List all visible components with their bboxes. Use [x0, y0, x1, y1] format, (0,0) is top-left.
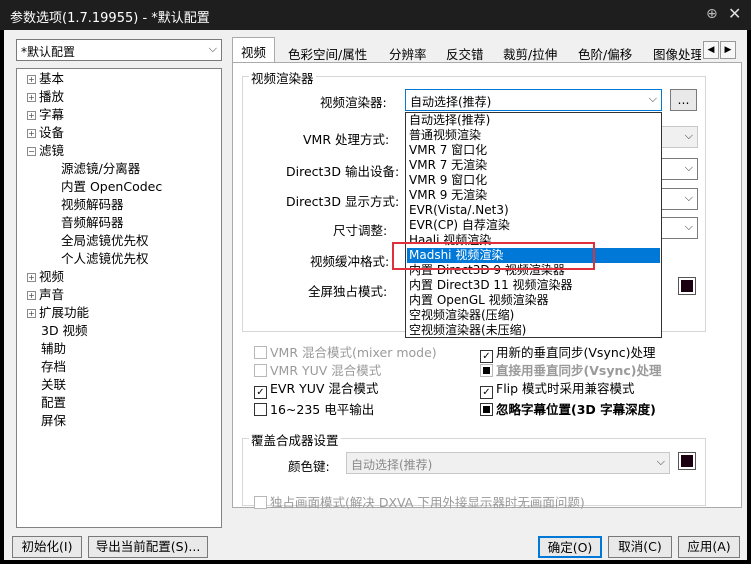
- color-key-label: 颜色键:: [288, 459, 330, 474]
- tree-item[interactable]: 内置 OpenCodec: [61, 178, 162, 196]
- highlight-annotation: [392, 242, 595, 270]
- tree-item[interactable]: + 基本: [27, 70, 64, 88]
- tree-item[interactable]: 视频解码器: [61, 196, 124, 214]
- tree-item[interactable]: + 字幕: [27, 106, 64, 124]
- tree-item[interactable]: + 播放: [27, 88, 64, 106]
- exclusive-color-swatch[interactable]: [678, 277, 696, 295]
- tab-levels[interactable]: 色阶/偏移: [578, 41, 632, 63]
- tab-crop[interactable]: 裁剪/拉伸: [503, 41, 557, 63]
- tree-item[interactable]: + 声音: [27, 286, 64, 304]
- ok-button[interactable]: 确定(O): [538, 536, 602, 558]
- dropdown-option[interactable]: VMR 9 无渲染: [407, 188, 660, 203]
- apply-button[interactable]: 应用(A): [678, 536, 740, 558]
- tab-deinterlace[interactable]: 反交错: [446, 41, 484, 63]
- vmr-mode-label: VMR 处理方式:: [303, 132, 390, 147]
- dropdown-option[interactable]: VMR 7 无渲染: [407, 158, 660, 173]
- dropdown-option[interactable]: 内置 OpenGL 视频渲染器: [407, 293, 660, 308]
- chevron-down-icon: ⌵: [684, 129, 693, 142]
- dropdown-option[interactable]: 内置 Direct3D 11 视频渲染器: [407, 278, 660, 293]
- d3d-device-select[interactable]: ⌵: [660, 158, 698, 180]
- color-key-swatch[interactable]: [678, 452, 696, 470]
- ignore-subtitle-checkbox[interactable]: 忽略字幕位置(3D 字幕深度): [480, 399, 656, 418]
- dropdown-option[interactable]: VMR 7 窗口化: [407, 143, 660, 158]
- renderer-dropdown-list[interactable]: 自动选择(推荐) 普通视频渲染 VMR 7 窗口化 VMR 7 无渲染 VMR …: [405, 112, 662, 338]
- tree-item[interactable]: 全局滤镜优先权: [61, 232, 149, 250]
- color-key-value: 自动选择(推荐): [351, 458, 433, 472]
- title-bar: 参数选项(1.7.19955) - *默认配置 ⊕ ✕: [0, 0, 751, 30]
- window-title: 参数选项(1.7.19955) - *默认配置: [10, 11, 210, 26]
- vmr-mixer-checkbox[interactable]: VMR 混合模式(mixer mode): [254, 342, 437, 361]
- chevron-down-icon: ⌵: [208, 42, 217, 55]
- vmr-yuv-checkbox[interactable]: VMR YUV 混合模式: [254, 360, 381, 379]
- chevron-down-icon: ⌵: [684, 220, 693, 233]
- tree-item[interactable]: 音频解码器: [61, 214, 124, 232]
- expand-icon[interactable]: +: [27, 273, 36, 282]
- exclusive-display-checkbox[interactable]: 独占画面模式(解决 DXVA 下用外接显示器时无画面问题): [254, 492, 585, 511]
- expand-icon[interactable]: +: [27, 111, 36, 120]
- tree-item[interactable]: 个人滤镜优先权: [61, 250, 149, 268]
- renderer-value: 自动选择(推荐): [410, 95, 492, 109]
- exclusive-mode-label: 全屏独占模式:: [308, 284, 388, 299]
- color-key-select[interactable]: 自动选择(推荐) ⌵: [346, 452, 670, 474]
- vmr-mode-select[interactable]: ⌵: [660, 126, 698, 148]
- tree-item[interactable]: 配置: [41, 394, 66, 412]
- expand-icon[interactable]: +: [27, 309, 36, 318]
- tab-resolution[interactable]: 分辨率: [389, 41, 427, 63]
- chevron-down-icon: ⌵: [684, 191, 693, 204]
- tree-item[interactable]: + 扩展功能: [27, 304, 89, 322]
- renderer-settings-button[interactable]: ...: [670, 89, 697, 111]
- tree-item[interactable]: 源滤镜/分离器: [61, 160, 140, 178]
- expand-icon[interactable]: +: [27, 93, 36, 102]
- overlay-group-title: 覆盖合成器设置: [249, 430, 341, 449]
- expand-icon[interactable]: +: [27, 129, 36, 138]
- dropdown-option[interactable]: EVR(Vista/.Net3): [407, 203, 660, 218]
- tree-item[interactable]: 辅助: [41, 340, 66, 358]
- init-button[interactable]: 初始化(I): [12, 536, 82, 558]
- tab-scroll-left-icon[interactable]: ◀: [703, 41, 719, 59]
- renderer-select[interactable]: 自动选择(推荐) ⌵: [405, 89, 662, 111]
- expand-icon[interactable]: +: [27, 75, 36, 84]
- tab-scroll-right-icon[interactable]: ▶: [720, 41, 736, 59]
- dropdown-option[interactable]: 空视频渲染器(未压缩): [407, 323, 660, 338]
- d3d-device-label: Direct3D 输出设备:: [286, 164, 400, 179]
- size-select[interactable]: ⌵: [660, 217, 698, 239]
- size-label: 尺寸调整:: [333, 223, 388, 238]
- chevron-down-icon: ⌵: [648, 92, 657, 105]
- close-icon[interactable]: ✕: [728, 4, 741, 23]
- tree-item[interactable]: 屏保: [41, 412, 66, 430]
- chevron-down-icon: ⌵: [656, 455, 665, 468]
- renderer-label: 视频渲染器:: [320, 95, 387, 110]
- settings-tree[interactable]: + 基本 + 播放 + 字幕 + 设备 − 滤镜 源滤镜/分离器 内置 OpenCodec…: [16, 68, 222, 528]
- profile-value: *默认配置: [21, 45, 76, 59]
- cancel-button[interactable]: 取消(C): [608, 536, 672, 558]
- tree-item[interactable]: − 滤镜: [27, 142, 64, 160]
- tree-item[interactable]: + 视频: [27, 268, 64, 286]
- tab-video[interactable]: 视频: [232, 37, 276, 63]
- level-16-235-checkbox[interactable]: 16~235 电平输出: [254, 399, 374, 418]
- evr-yuv-checkbox[interactable]: ✓ EVR YUV 混合模式: [254, 378, 378, 399]
- tree-item[interactable]: 3D 视频: [41, 322, 88, 340]
- d3d-display-label: Direct3D 显示方式:: [286, 194, 400, 209]
- collapse-icon[interactable]: −: [27, 147, 36, 156]
- dropdown-option[interactable]: VMR 9 窗口化: [407, 173, 660, 188]
- dropdown-option[interactable]: EVR(CP) 自荐渲染: [407, 218, 660, 233]
- expand-icon[interactable]: +: [27, 291, 36, 300]
- tab-colorspace[interactable]: 色彩空间/属性: [288, 41, 367, 63]
- flip-mode-checkbox[interactable]: ✓ Flip 模式时采用兼容模式: [480, 378, 635, 399]
- dropdown-option[interactable]: 空视频渲染器(压缩): [407, 308, 660, 323]
- tree-item[interactable]: + 设备: [27, 124, 64, 142]
- tab-image-processing[interactable]: 图像处理: [653, 41, 701, 63]
- tree-item[interactable]: 关联: [41, 376, 66, 394]
- buffer-format-label: 视频缓冲格式:: [310, 254, 390, 269]
- export-config-button[interactable]: 导出当前配置(S)...: [88, 536, 208, 558]
- dropdown-option[interactable]: 自动选择(推荐): [407, 113, 660, 128]
- dropdown-option[interactable]: 普通视频渲染: [407, 128, 660, 143]
- pin-icon[interactable]: ⊕: [706, 6, 718, 22]
- renderer-group-title: 视频渲染器: [249, 68, 316, 87]
- direct-vsync-checkbox[interactable]: 直接用垂直同步(Vsync)处理: [480, 360, 662, 379]
- d3d-display-select[interactable]: ⌵: [660, 188, 698, 210]
- tree-item[interactable]: 存档: [41, 358, 66, 376]
- chevron-down-icon: ⌵: [684, 161, 693, 174]
- profile-select[interactable]: *默认配置 ⌵: [16, 39, 222, 61]
